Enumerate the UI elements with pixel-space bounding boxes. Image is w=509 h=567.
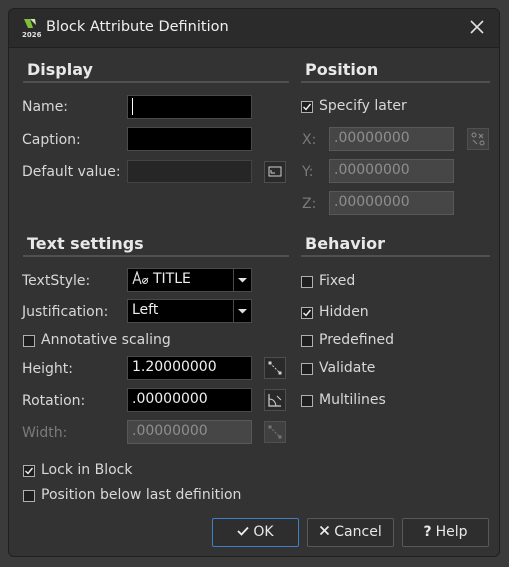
close-button[interactable] [465,15,489,39]
x-input[interactable]: .00000000 [329,127,454,151]
ok-label: OK [253,524,274,540]
pick-distance-icon [268,361,282,375]
multilines-label: Multilines [319,392,386,408]
position-below-label: Position below last definition [41,487,242,503]
pick-point-button[interactable] [467,128,489,150]
textstyle-select[interactable]: TITLE [127,268,252,292]
multilines-checkbox[interactable] [301,395,313,407]
justification-label: Justification: [22,304,109,320]
lock-in-block-label: Lock in Block [41,462,133,478]
pick-height-button[interactable] [264,357,286,379]
behavior-divider [301,255,490,257]
height-input[interactable]: 1.20000000 [127,356,252,380]
rotation-label: Rotation: [22,393,86,409]
text-caret [132,98,133,115]
position-heading: Position [305,60,379,79]
predefined-checkbox[interactable] [301,335,313,347]
cancel-label: Cancel [334,524,382,540]
name-input[interactable] [127,95,252,119]
fixed-checkbox[interactable] [301,276,313,288]
checkmark-icon [303,309,312,317]
help-icon: ? [423,524,432,540]
validate-label: Validate [319,360,376,376]
app-logo-icon: 2026 [21,17,42,39]
y-label: Y: [302,164,314,180]
rotation-input[interactable]: .00000000 [127,388,252,412]
specify-later-checkbox[interactable] [301,101,313,113]
window-title: Block Attribute Definition [46,19,229,35]
justification-select[interactable]: Left [127,299,252,323]
checkmark-icon [237,519,250,546]
predefined-label: Predefined [319,332,394,348]
svg-text:2026: 2026 [22,31,41,39]
close-icon [470,20,484,34]
textstyle-value: TITLE [153,271,191,287]
block-attribute-definition-dialog: 2026 Block Attribute Definition Display … [8,8,500,557]
specify-later-label: Specify later [319,98,407,114]
field-icon [268,166,282,177]
text-settings-heading: Text settings [27,234,144,253]
position-divider [301,81,490,83]
annotative-scaling-label: Annotative scaling [41,332,171,348]
validate-checkbox[interactable] [301,363,313,375]
height-label: Height: [22,361,73,377]
cancel-button[interactable]: Cancel [307,518,394,547]
help-label: Help [435,524,468,540]
width-label: Width: [22,425,68,441]
text-style-icon [132,270,149,285]
title-bar: 2026 Block Attribute Definition [9,9,499,48]
pick-distance-icon [268,425,282,439]
position-below-checkbox[interactable] [23,490,35,502]
chevron-down-icon [233,300,251,322]
checkmark-icon [303,103,312,111]
fixed-label: Fixed [319,273,356,289]
default-value-label: Default value: [22,164,121,180]
display-heading: Display [27,60,93,79]
y-input[interactable]: .00000000 [329,159,454,183]
x-label: X: [302,132,317,148]
annotative-scaling-checkbox[interactable] [23,335,35,347]
chevron-down-icon [233,269,251,291]
pick-point-icon [471,132,485,146]
textstyle-label: TextStyle: [22,273,91,289]
lock-in-block-checkbox[interactable] [23,465,35,477]
default-value-input[interactable] [127,160,252,183]
insert-field-button[interactable] [264,161,286,183]
pick-angle-icon [268,394,282,407]
hidden-checkbox[interactable] [301,307,313,319]
ok-button[interactable]: OK [212,518,299,547]
width-input[interactable]: .00000000 [127,420,252,444]
caption-input[interactable] [127,127,252,151]
z-input[interactable]: .00000000 [329,191,454,215]
display-divider [23,81,289,83]
close-icon [319,519,330,546]
checkmark-icon [25,467,34,475]
pick-width-button[interactable] [264,421,286,443]
caption-label: Caption: [22,132,81,148]
justification-value: Left [132,302,159,318]
z-label: Z: [302,196,317,212]
name-label: Name: [22,99,69,115]
pick-rotation-button[interactable] [264,389,286,411]
text-settings-divider [23,255,289,257]
hidden-label: Hidden [319,304,369,320]
help-button[interactable]: ? Help [402,518,489,547]
behavior-heading: Behavior [305,234,386,253]
